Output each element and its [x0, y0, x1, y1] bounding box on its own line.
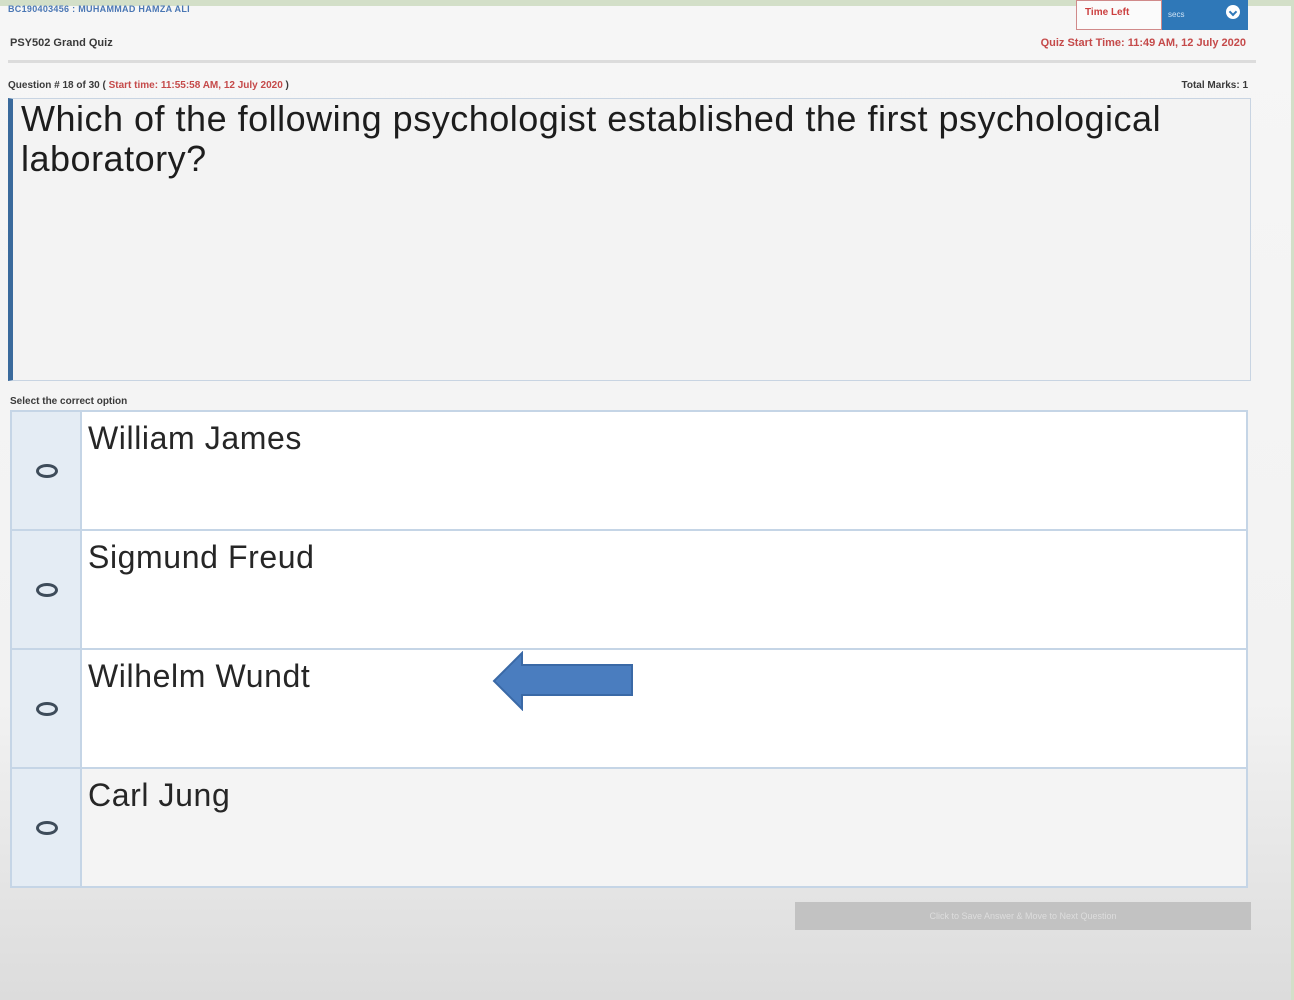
select-prompt: Select the correct option: [10, 396, 128, 407]
save-answer-button[interactable]: Click to Save Answer & Move to Next Ques…: [795, 902, 1251, 930]
question-number: Question # 18 of 30 (: [8, 80, 109, 91]
radio-cell[interactable]: [12, 769, 82, 886]
radio-icon[interactable]: [36, 464, 58, 478]
quiz-page: BC190403456 : MUHAMMAD HAMZA ALI PSY502 …: [0, 0, 1294, 1000]
option-label: Carl Jung: [88, 777, 231, 813]
divider: [8, 60, 1256, 63]
radio-icon[interactable]: [36, 702, 58, 716]
option-row[interactable]: Sigmund Freud: [10, 529, 1248, 650]
radio-icon[interactable]: [36, 583, 58, 597]
course-title: PSY502 Grand Quiz: [10, 37, 113, 49]
question-box: Which of the following psychologist esta…: [8, 98, 1251, 381]
timer-value-box[interactable]: secs: [1162, 0, 1248, 30]
quiz-start-time: Quiz Start Time: 11:49 AM, 12 July 2020: [1040, 37, 1246, 49]
timer: Time Left secs: [1076, 0, 1248, 30]
timer-label: Time Left: [1076, 0, 1162, 30]
timer-value: secs: [1168, 10, 1185, 19]
question-meta: Question # 18 of 30 ( Start time: 11:55:…: [8, 80, 289, 91]
radio-cell[interactable]: [12, 650, 82, 767]
pointer-arrow-icon: [492, 651, 633, 711]
question-meta-end: ): [282, 80, 289, 91]
option-label: William James: [88, 420, 303, 456]
option-label: Wilhelm Wundt: [88, 658, 311, 694]
radio-cell[interactable]: [12, 531, 82, 648]
question-start-time: Start time: 11:55:58 AM, 12 July 2020: [108, 80, 283, 91]
radio-cell[interactable]: [12, 412, 82, 529]
options-list: William James Sigmund Freud Wilhelm Wund…: [10, 410, 1248, 888]
option-row[interactable]: Carl Jung: [10, 767, 1248, 888]
option-label: Sigmund Freud: [88, 539, 315, 575]
option-row[interactable]: William James: [10, 410, 1248, 531]
chevron-down-icon[interactable]: [1226, 5, 1240, 19]
student-info: BC190403456 : MUHAMMAD HAMZA ALI: [8, 4, 190, 14]
question-text: Which of the following psychologist esta…: [21, 98, 1162, 179]
total-marks: Total Marks: 1: [1181, 80, 1249, 91]
radio-icon[interactable]: [36, 821, 58, 835]
